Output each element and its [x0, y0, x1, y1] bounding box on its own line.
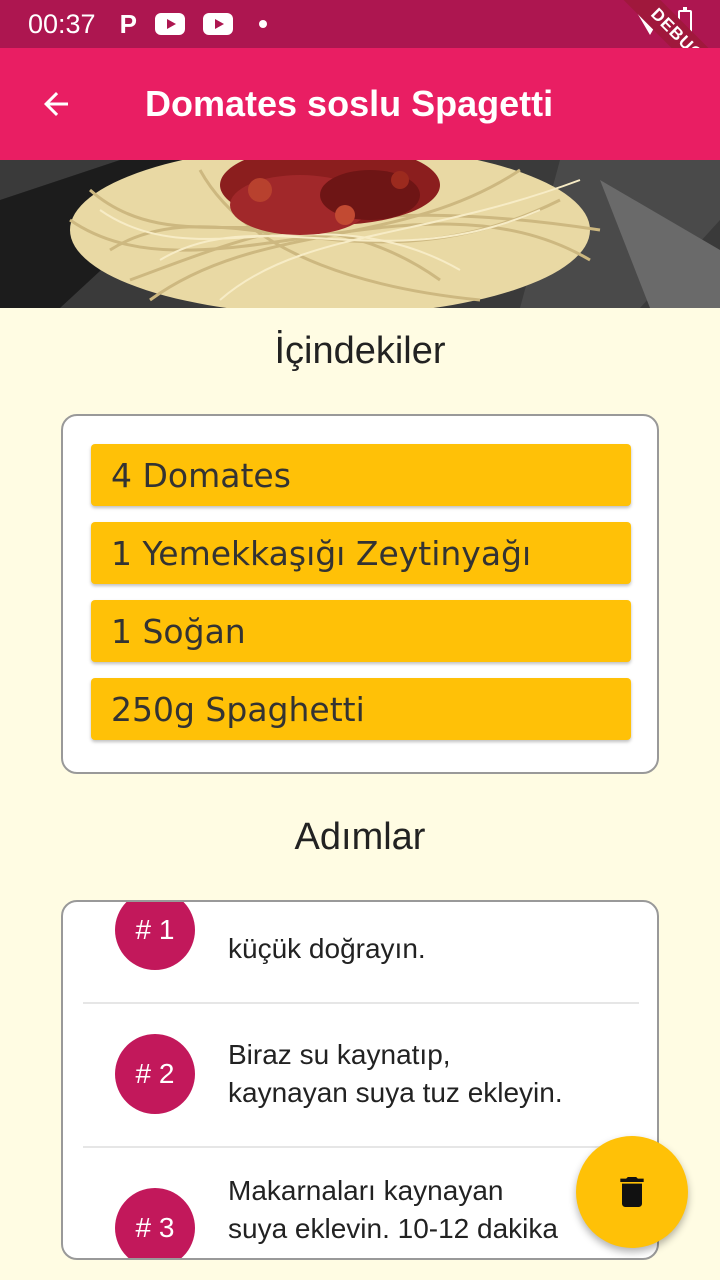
ingredient-item: 1 Soğan [91, 600, 631, 662]
ingredients-title: İçindekiler [274, 330, 446, 372]
trash-icon [620, 1177, 644, 1207]
ingredient-item: 250g Spaghetti [91, 678, 631, 740]
step-badge: # 2 [115, 1034, 195, 1114]
ingredient-item: 4 Domates [91, 444, 631, 506]
youtube-icon [154, 13, 185, 35]
arrow-back-icon [44, 92, 68, 116]
dot-icon [258, 20, 267, 28]
status-bar: 00:37 P DEBUG [0, 0, 720, 105]
page-title: Domates soslu Spagetti [145, 83, 554, 124]
delete-button[interactable] [576, 1136, 688, 1248]
step-divider [83, 1146, 639, 1148]
step-text: küçük doğrayın. [228, 933, 426, 964]
app-bar: Domates soslu Spagetti [0, 48, 720, 160]
ingredient-item: 1 Yemekkaşığı Zeytinyağı [91, 522, 631, 584]
step-divider [83, 1002, 639, 1004]
step-badge: # 1 [115, 902, 195, 970]
ingredients-card: 4 Domates 1 Yemekkaşığı Zeytinyağı 1 Soğ… [61, 414, 659, 774]
steps-list[interactable]: # 1 küçük doğrayın. # 2 Biraz su kaynatı… [61, 900, 659, 1260]
steps-title: Adımlar [294, 816, 426, 858]
step-text: Biraz su kaynatıp, kaynayan suya tuz ekl… [228, 1039, 563, 1108]
back-button[interactable] [0, 48, 112, 160]
status-time: 00:37 [28, 8, 96, 39]
p-icon: P [119, 8, 137, 39]
step-badge: # 3 [115, 1188, 195, 1258]
youtube-icon [202, 13, 233, 35]
recipe-image [0, 160, 720, 308]
